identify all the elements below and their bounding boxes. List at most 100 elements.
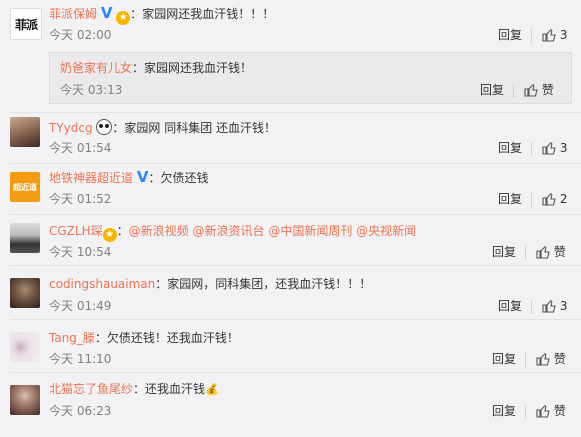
reply-button[interactable]: 回复: [492, 351, 516, 367]
like-button[interactable]: 赞: [536, 244, 566, 260]
sub-reply: 奶爸家有儿女：家园网还我血汗钱！ 今天 03:13 回复 赞: [49, 52, 572, 104]
comment-item: Tang_滕：欠债还钱！还我血汗钱！ 今天 11:10 回复 赞: [0, 320, 581, 372]
username-link[interactable]: 菲派保姆: [49, 7, 97, 21]
comment-time: 今天 06:23: [49, 404, 112, 418]
mention-link[interactable]: @央视新闻: [356, 224, 416, 238]
divider: [525, 405, 526, 419]
divider: [531, 193, 532, 207]
comment-time: 今天 01:54: [49, 141, 112, 155]
thumbs-up-icon: [536, 246, 550, 259]
comment-content: ：欠债还钱: [148, 171, 209, 185]
comment-time: 今天 01:52: [49, 192, 112, 206]
reply-button[interactable]: 回复: [498, 27, 522, 43]
comment-prefix: ：: [116, 224, 129, 238]
comment-text: Tang_滕：欠债还钱！还我血汗钱！: [49, 330, 239, 346]
member-icon: ★: [102, 228, 117, 242]
like-label: 赞: [553, 352, 566, 366]
like-count: 2: [559, 192, 568, 206]
like-button[interactable]: 3: [542, 140, 567, 156]
like-button[interactable]: 赞: [536, 351, 566, 367]
comment-item: TYydcg ：家园网 同科集团 还血汗钱！ 今天 01:54 回复 3: [0, 113, 581, 163]
comment-time: 今天 10:54: [49, 245, 112, 259]
reply-button[interactable]: 回复: [498, 191, 522, 207]
reply-button[interactable]: 回复: [492, 403, 516, 419]
comment-text: codingshauaiman：家园网，同科集团，还我血汗钱！！！: [49, 276, 371, 292]
like-button[interactable]: 赞: [524, 82, 554, 98]
like-label: 赞: [553, 245, 566, 259]
comment-time: 今天 02:00: [49, 28, 112, 42]
reply-button[interactable]: 回复: [492, 244, 516, 260]
comment-item: 超近道 地铁神器超近道 V：欠债还钱 今天 01:52 回复 2: [0, 164, 581, 214]
comment-content: ：家园网还我血汗钱！！！: [130, 7, 275, 21]
comment-item: 北猫忘了鱼尾纱：还我血汗钱💰 今天 06:23 回复 赞: [0, 373, 581, 437]
sub-reply-text: 奶爸家有儿女：家园网还我血汗钱！: [60, 60, 252, 76]
comment-content: ：家园网，同科集团，还我血汗钱！！！: [155, 277, 372, 291]
like-count: 3: [559, 141, 568, 155]
thumbs-up-icon: [542, 193, 556, 206]
avatar[interactable]: [10, 385, 40, 415]
thumbs-up-icon: [542, 142, 556, 155]
avatar[interactable]: [10, 332, 40, 362]
avatar-logo-text: 菲派: [14, 17, 38, 32]
money-bag-icon: 💰: [205, 383, 219, 396]
comment-time: 今天 11:10: [49, 352, 112, 366]
like-count: 3: [559, 299, 568, 313]
mention-link[interactable]: @新浪资讯台: [192, 224, 264, 238]
username-link[interactable]: codingshauaiman: [49, 277, 155, 291]
avatar[interactable]: 菲派: [10, 8, 42, 40]
comment-content: ：还我血汗钱: [133, 382, 206, 396]
like-button[interactable]: 2: [542, 191, 567, 207]
like-count: 3: [559, 28, 568, 42]
username-link[interactable]: Tang_滕: [49, 331, 95, 345]
divider: [531, 29, 532, 43]
comment-time: 今天 01:49: [49, 299, 112, 313]
comment-text: 菲派保姆 V ★ ：家园网还我血汗钱！！！: [49, 6, 274, 25]
comment-item: 菲派 菲派保姆 V ★ ：家园网还我血汗钱！！！ 今天 02:00 回复 3 奶爸…: [0, 0, 581, 112]
like-label: 赞: [541, 83, 554, 97]
member-icon: ★: [116, 11, 131, 25]
thumbs-up-icon: [542, 29, 556, 42]
avatar[interactable]: [10, 278, 40, 308]
divider: [513, 84, 514, 98]
verified-icon: V: [136, 168, 149, 186]
avatar[interactable]: [10, 117, 40, 147]
divider: [525, 353, 526, 367]
like-button[interactable]: 3: [542, 27, 567, 43]
like-label: 赞: [553, 404, 566, 418]
thumbs-up-icon: [542, 300, 556, 313]
thumbs-up-icon: [524, 84, 538, 97]
thumbs-up-icon: [536, 405, 550, 418]
verified-icon: V: [100, 4, 113, 22]
mention-link[interactable]: @新浪视频: [129, 224, 189, 238]
reply-button[interactable]: 回复: [498, 140, 522, 156]
reply-button[interactable]: 回复: [480, 82, 504, 98]
username-link[interactable]: CGZLH琛: [49, 224, 103, 238]
sub-reply-content: ：家园网还我血汗钱！: [132, 61, 253, 75]
panda-emoji-icon: [96, 119, 113, 135]
comment-text: 北猫忘了鱼尾纱：还我血汗钱💰: [49, 381, 219, 398]
comment-text: 地铁神器超近道 V：欠债还钱: [49, 170, 208, 186]
mention-link[interactable]: @中国新闻周刊: [268, 224, 352, 238]
avatar[interactable]: [10, 223, 40, 253]
username-link[interactable]: 奶爸家有儿女: [60, 61, 132, 75]
comment-item: CGZLH琛 ★ ：@新浪视频 @新浪资讯台 @中国新闻周刊 @央视新闻 今天 10…: [0, 215, 581, 265]
avatar[interactable]: 超近道: [10, 172, 40, 202]
like-button[interactable]: 赞: [536, 403, 566, 419]
comment-text: CGZLH琛 ★ ：@新浪视频 @新浪资讯台 @中国新闻周刊 @央视新闻: [49, 223, 416, 242]
username-link[interactable]: TYydcg: [49, 121, 93, 135]
sub-reply-time: 今天 03:13: [60, 83, 123, 97]
avatar-logo-text: 超近道: [13, 182, 37, 192]
comment-content: ：欠债还钱！还我血汗钱！: [94, 331, 239, 345]
divider: [531, 300, 532, 314]
like-button[interactable]: 3: [542, 298, 567, 314]
thumbs-up-icon: [536, 353, 550, 366]
reply-button[interactable]: 回复: [498, 298, 522, 314]
divider: [531, 142, 532, 156]
username-link[interactable]: 北猫忘了鱼尾纱: [49, 382, 133, 396]
divider: [525, 246, 526, 260]
username-link[interactable]: 地铁神器超近道: [49, 171, 133, 185]
comment-item: codingshauaiman：家园网，同科集团，还我血汗钱！！！ 今天 01:…: [0, 266, 581, 316]
comment-list: 菲派 菲派保姆 V ★ ：家园网还我血汗钱！！！ 今天 02:00 回复 3 奶爸…: [0, 0, 581, 437]
comment-content: ：家园网 同科集团 还血汗钱！: [112, 121, 277, 135]
comment-text: TYydcg ：家园网 同科集团 还血汗钱！: [49, 119, 276, 136]
